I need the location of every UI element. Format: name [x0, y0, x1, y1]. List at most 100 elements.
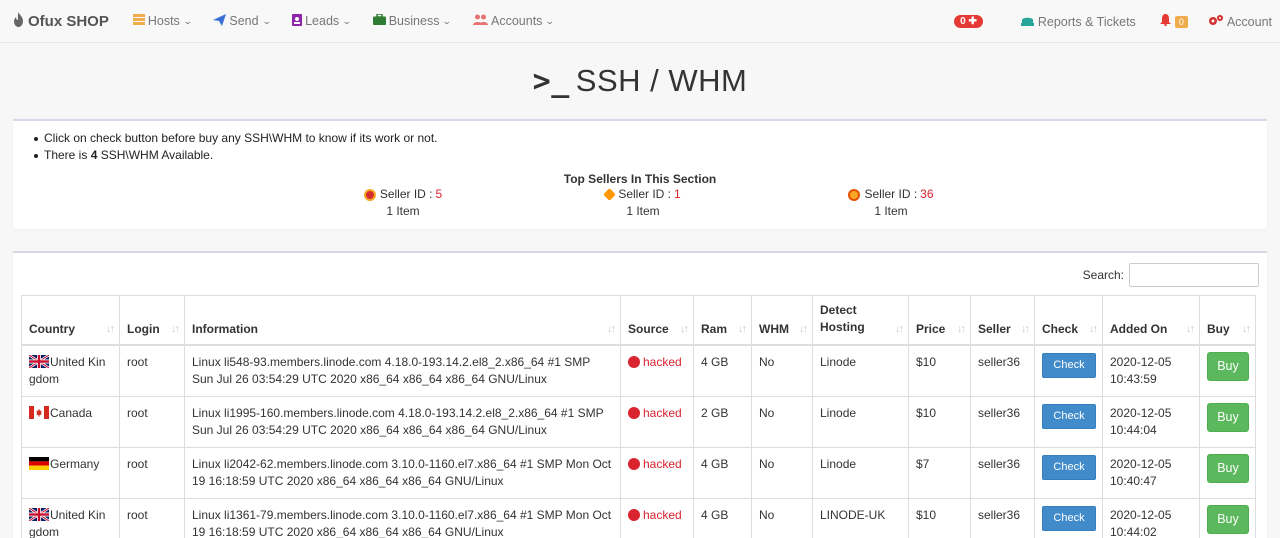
col-information[interactable]: Information ↓↑ [184, 295, 621, 346]
cell-seller: seller36 [970, 395, 1035, 448]
cell-info: Linux li2042-62.members.linode.com 3.10.… [184, 446, 621, 499]
cell-hosting: Linode [812, 446, 909, 499]
col-whm[interactable]: WHM ↓↑ [751, 295, 813, 346]
uk-flag-icon [28, 353, 50, 369]
nav-send-label: Send [229, 14, 259, 28]
search-label: Search: [1082, 268, 1124, 282]
check-button[interactable]: Check [1042, 352, 1096, 378]
sort-icon: ↓↑ [799, 322, 808, 335]
sort-icon: ↓↑ [106, 322, 115, 335]
navbar-right: 0 ✚ Reports & Tickets 0 Account [954, 0, 1280, 43]
cell-whm: No [751, 395, 813, 448]
plus-icon: ✚ [968, 16, 977, 27]
check-button[interactable]: Check [1042, 454, 1096, 480]
col-check[interactable]: Check ↓↑ [1034, 295, 1103, 346]
brand-logo[interactable]: Ofux SHOP [12, 11, 109, 31]
col-label: WHM [759, 321, 789, 336]
cell-price: $10 [908, 344, 971, 397]
col-label: Check [1042, 321, 1079, 336]
col-detect-hosting[interactable]: Detect Hosting ↓↑ [812, 295, 909, 346]
brand-name: Ofux SHOP [28, 12, 109, 30]
cell-whm: No [751, 344, 813, 397]
cell-seller: seller36 [970, 344, 1035, 397]
buy-button[interactable]: Buy [1207, 453, 1249, 483]
col-label: Information [192, 321, 258, 336]
info-count-pre: There is [44, 148, 91, 162]
cell-buy: Buy [1199, 395, 1256, 448]
col-label: Detect Hosting [820, 302, 865, 334]
seller-items: 1 Item [626, 204, 660, 218]
seller-id: 1 [674, 187, 681, 201]
col-ram[interactable]: Ram ↓↑ [693, 295, 752, 346]
chevron-down-icon: ⌄ [342, 15, 352, 26]
col-label: Country [29, 321, 75, 336]
status-dot-icon [628, 508, 640, 521]
buy-button[interactable]: Buy [1207, 402, 1249, 432]
col-login[interactable]: Login ↓↑ [119, 295, 185, 346]
seller-label: Seller ID : [379, 187, 433, 201]
check-button[interactable]: Check [1042, 505, 1096, 531]
sort-icon: ↓↑ [738, 322, 747, 335]
check-button[interactable]: Check [1042, 403, 1096, 429]
cell-added: 2020-12-05 10:40:47 [1102, 446, 1200, 499]
gears-icon [1208, 14, 1224, 29]
source-label: hacked [643, 405, 682, 420]
sort-icon: ↓↑ [1186, 322, 1195, 335]
notification-count: 0 [1174, 15, 1188, 28]
search-row: Search: [21, 263, 1259, 287]
chevron-down-icon: ⌄ [261, 15, 272, 26]
germany-flag-icon [29, 456, 49, 470]
nav-leads-label: Leads [305, 14, 340, 28]
uk-flag-icon [28, 506, 50, 522]
top-seller-2: Seller ID : 1 1 Item [583, 186, 703, 220]
buy-button[interactable]: Buy [1207, 504, 1249, 534]
col-seller[interactable]: Seller ↓↑ [970, 295, 1035, 346]
buy-button[interactable]: Buy [1207, 351, 1249, 381]
table-row: United Kingdom root Linux li1361-79.memb… [21, 497, 1256, 538]
cell-buy: Buy [1199, 344, 1256, 397]
col-price[interactable]: Price ↓↑ [908, 295, 971, 346]
users-icon [473, 14, 488, 28]
cell-price: $10 [908, 497, 971, 538]
nav-business[interactable]: Business ⌄ [372, 13, 452, 28]
col-country[interactable]: Country ↓↑ [21, 295, 120, 346]
col-label: Ram [701, 321, 728, 336]
col-added-on[interactable]: Added On ↓↑ [1102, 295, 1200, 346]
seller-id: 5 [435, 187, 443, 201]
nav-account-label: Account [1226, 14, 1272, 29]
top-sellers: Seller ID : 5 1 Item Seller ID : 1 1 Ite… [13, 186, 1267, 222]
col-label: Login [127, 321, 160, 336]
nav-leads[interactable]: Leads ⌄ [292, 13, 352, 29]
cell-ram: 4 GB [693, 344, 752, 397]
source-label: hacked [643, 456, 682, 471]
cell-price: $10 [908, 395, 971, 448]
cell-seller: seller36 [970, 497, 1035, 538]
table-row: United Kingdom root Linux li548-93.membe… [21, 344, 1256, 397]
sort-icon: ↓↑ [1089, 322, 1098, 335]
cell-source: hacked [620, 395, 694, 448]
seller-label: Seller ID : [618, 187, 671, 201]
cell-country: United Kingdom [21, 497, 120, 538]
nav-notifications[interactable]: 0 [1159, 14, 1188, 29]
cell-check: Check [1034, 395, 1103, 448]
info-list: Click on check button before buy any SSH… [13, 130, 1267, 164]
nav-reports[interactable]: Reports & Tickets [1020, 15, 1136, 29]
nav-account[interactable]: Account [1208, 14, 1272, 29]
search-input[interactable] [1129, 263, 1259, 287]
address-book-icon [292, 13, 303, 29]
col-label: Seller [978, 321, 1011, 336]
nav-accounts[interactable]: Accounts ⌄ [473, 14, 555, 28]
cell-info: Linux li548-93.members.linode.com 4.18.0… [184, 344, 621, 397]
cart-badge[interactable]: 0 ✚ [954, 15, 983, 28]
cell-whm: No [751, 497, 813, 538]
col-label: Price [916, 321, 946, 336]
page-title-text: SSH / WHM [575, 63, 748, 98]
sort-icon: ↓↑ [895, 322, 904, 335]
sort-icon: ↓↑ [957, 322, 966, 335]
nav-send[interactable]: Send ⌄ [213, 13, 272, 29]
title-area: >_ SSH / WHM [0, 43, 1280, 119]
cell-hosting: LINODE-UK [812, 497, 909, 538]
col-buy[interactable]: Buy ↓↑ [1199, 295, 1256, 346]
nav-hosts[interactable]: Hosts ⌄ [132, 14, 192, 28]
col-source[interactable]: Source ↓↑ [620, 295, 694, 346]
